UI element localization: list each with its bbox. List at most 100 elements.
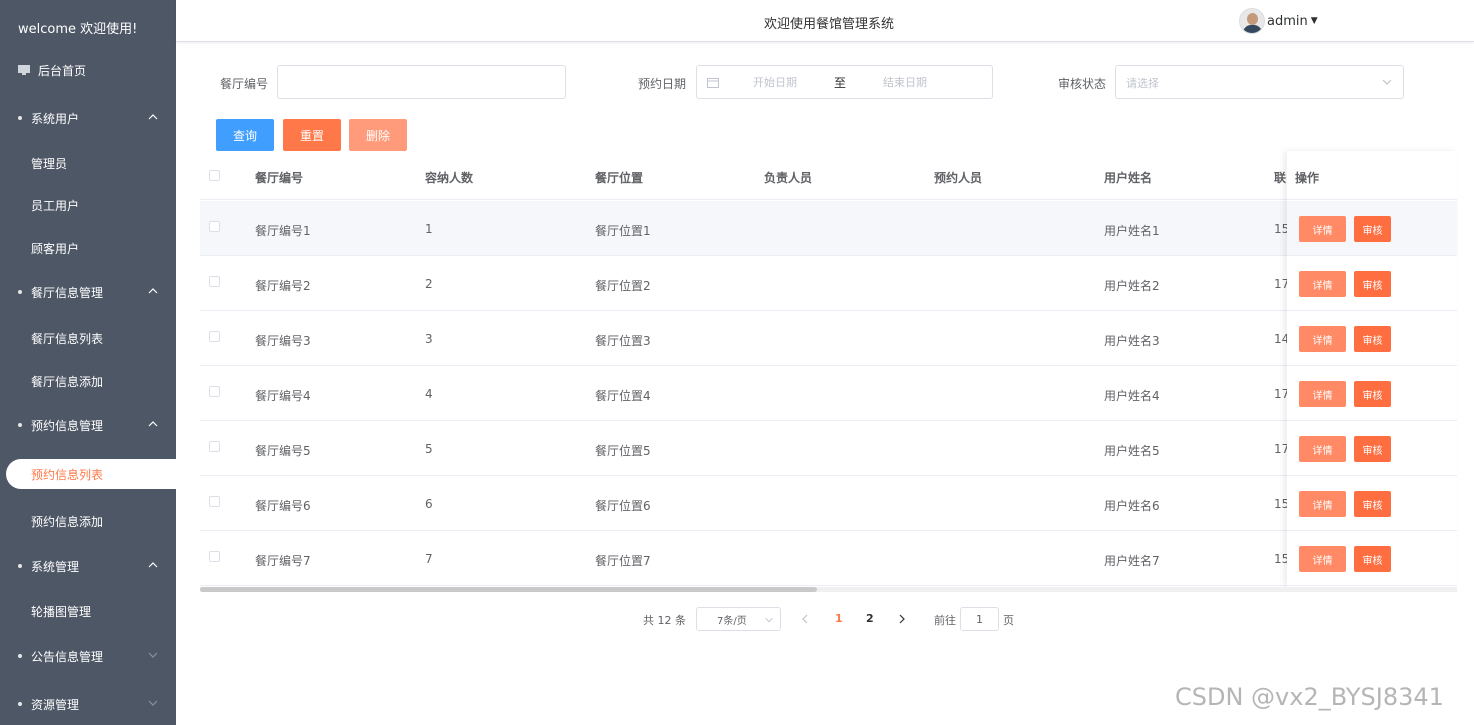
bullet-icon	[18, 654, 22, 658]
page-title: 欢迎使用餐馆管理系统	[764, 17, 895, 32]
sidebar-group-restaurant-info[interactable]: 餐厅信息管理	[0, 272, 176, 312]
cell-capacity: 5	[425, 442, 433, 456]
column-header: 预约人员	[934, 171, 983, 185]
sidebar-item-label: 餐厅信息列表	[31, 331, 104, 346]
page-size-select[interactable]: 7条/页	[696, 607, 781, 631]
audit-button[interactable]: 审核	[1354, 546, 1391, 572]
detail-button[interactable]: 详情	[1299, 546, 1346, 572]
next-page-icon[interactable]	[897, 614, 907, 624]
table-row[interactable]: 餐厅编号3 3 餐厅位置3 用户姓名3 14	[200, 311, 1457, 366]
audit-button[interactable]: 审核	[1354, 271, 1391, 297]
column-header: 容纳人数	[425, 171, 474, 185]
sidebar-item-label: 预约信息添加	[31, 514, 104, 529]
row-checkbox[interactable]	[209, 551, 220, 562]
detail-button[interactable]: 详情	[1299, 271, 1346, 297]
detail-button[interactable]: 详情	[1299, 381, 1346, 407]
audit-status-select[interactable]: 请选择	[1115, 65, 1404, 99]
sidebar-group-system-management[interactable]: 系统管理	[0, 546, 176, 586]
app-root: welcome 欢迎使用! 后台首页 系统用户 管理员 员工用户 顾客用户 餐厅…	[0, 0, 1474, 725]
cell-location: 餐厅位置6	[595, 499, 651, 513]
sidebar: welcome 欢迎使用! 后台首页 系统用户 管理员 员工用户 顾客用户 餐厅…	[0, 0, 176, 725]
detail-button[interactable]: 详情	[1299, 436, 1346, 462]
sidebar-group-label: 系统管理	[31, 559, 80, 574]
goto-page-input[interactable]: 1	[960, 607, 999, 631]
audit-button[interactable]: 审核	[1354, 436, 1391, 462]
table-header: 餐厅编号 容纳人数 餐厅位置 负责人员 预约人员 用户姓名 联	[200, 151, 1457, 200]
horizontal-scrollbar-thumb[interactable]	[200, 587, 817, 592]
row-checkbox[interactable]	[209, 221, 220, 232]
row-checkbox[interactable]	[209, 441, 220, 452]
row-checkbox[interactable]	[209, 331, 220, 342]
actions-row: 详情 审核	[1287, 421, 1457, 476]
caret-down-icon: ▼	[1310, 16, 1318, 26]
cell-capacity: 4	[425, 387, 433, 401]
sidebar-group-resources[interactable]: 资源管理	[0, 684, 176, 724]
sidebar-group-reservation-info[interactable]: 预约信息管理	[0, 405, 176, 445]
status-placeholder: 请选择	[1126, 77, 1159, 90]
audit-button[interactable]: 审核	[1354, 326, 1391, 352]
cell-username: 用户姓名4	[1104, 389, 1160, 403]
audit-button[interactable]: 审核	[1354, 381, 1391, 407]
select-all-checkbox[interactable]	[209, 170, 220, 181]
cell-restaurant-no: 餐厅编号3	[255, 334, 311, 348]
bullet-icon	[18, 290, 22, 294]
actions-row: 详情 审核	[1287, 201, 1457, 256]
chevron-up-icon	[148, 421, 158, 427]
page-size-value: 7条/页	[717, 615, 747, 627]
cell-restaurant-no: 餐厅编号6	[255, 499, 311, 513]
restaurant-no-label: 餐厅编号	[220, 77, 269, 91]
detail-button[interactable]: 详情	[1299, 491, 1346, 517]
cell-restaurant-no: 餐厅编号1	[255, 224, 311, 238]
page-number-2[interactable]: 2	[866, 612, 874, 625]
sidebar-item-staff-users[interactable]: 员工用户	[0, 185, 176, 225]
table-row[interactable]: 餐厅编号4 4 餐厅位置4 用户姓名4 17	[200, 366, 1457, 421]
avatar	[1239, 8, 1265, 34]
sidebar-group-label: 资源管理	[31, 697, 80, 712]
sidebar-item-restaurant-add[interactable]: 餐厅信息添加	[0, 361, 176, 401]
sidebar-item-reservation-list[interactable]: 预约信息列表	[6, 459, 176, 489]
prev-page-icon[interactable]	[801, 614, 811, 624]
sidebar-item-carousel[interactable]: 轮播图管理	[0, 591, 176, 631]
row-checkbox[interactable]	[209, 386, 220, 397]
cell-restaurant-no: 餐厅编号7	[255, 554, 311, 568]
detail-button[interactable]: 详情	[1299, 326, 1346, 352]
delete-button[interactable]: 删除	[349, 119, 407, 151]
audit-button[interactable]: 审核	[1354, 491, 1391, 517]
audit-button[interactable]: 审核	[1354, 216, 1391, 242]
chevron-down-icon	[148, 700, 158, 706]
actions-row: 详情 审核	[1287, 256, 1457, 311]
reset-button[interactable]: 重置	[283, 119, 341, 151]
table-row[interactable]: 餐厅编号7 7 餐厅位置7 用户姓名7 15	[200, 531, 1457, 586]
cell-capacity: 2	[425, 277, 433, 291]
sidebar-group-label: 公告信息管理	[31, 649, 104, 664]
restaurant-no-input[interactable]	[277, 65, 566, 99]
sidebar-group-announcements[interactable]: 公告信息管理	[0, 636, 176, 676]
user-menu[interactable]: admin ▼	[1239, 8, 1318, 34]
bullet-icon	[18, 702, 22, 706]
sidebar-item-restaurant-list[interactable]: 餐厅信息列表	[0, 318, 176, 358]
query-button[interactable]: 查询	[216, 119, 274, 151]
sidebar-item-reservation-add[interactable]: 预约信息添加	[0, 501, 176, 541]
sidebar-item-admin[interactable]: 管理员	[0, 143, 176, 183]
cell-location: 餐厅位置7	[595, 554, 651, 568]
sidebar-item-customer-users[interactable]: 顾客用户	[0, 228, 176, 268]
detail-button[interactable]: 详情	[1299, 216, 1346, 242]
table-row[interactable]: 餐厅编号5 5 餐厅位置5 用户姓名5 17	[200, 421, 1457, 476]
cell-capacity: 3	[425, 332, 433, 346]
row-checkbox[interactable]	[209, 496, 220, 507]
page-number-1[interactable]: 1	[835, 612, 843, 625]
sidebar-item-home[interactable]: 后台首页	[0, 50, 176, 90]
cell-username: 用户姓名5	[1104, 444, 1160, 458]
table-row[interactable]: 餐厅编号1 1 餐厅位置1 用户姓名1 15	[200, 201, 1457, 256]
reservation-date-range[interactable]: 开始日期 至 结束日期	[696, 65, 993, 99]
cell-restaurant-no: 餐厅编号4	[255, 389, 311, 403]
date-start-placeholder[interactable]: 开始日期	[753, 74, 797, 90]
goto-suffix: 页	[1003, 614, 1014, 627]
table-row[interactable]: 餐厅编号6 6 餐厅位置6 用户姓名6 15	[200, 476, 1457, 531]
cell-location: 餐厅位置2	[595, 279, 651, 293]
table-row[interactable]: 餐厅编号2 2 餐厅位置2 用户姓名2 17	[200, 256, 1457, 311]
watermark: CSDN @vx2_BYSJ8341	[1175, 683, 1444, 711]
row-checkbox[interactable]	[209, 276, 220, 287]
date-end-placeholder[interactable]: 结束日期	[883, 74, 927, 90]
sidebar-group-system-users[interactable]: 系统用户	[0, 98, 176, 138]
